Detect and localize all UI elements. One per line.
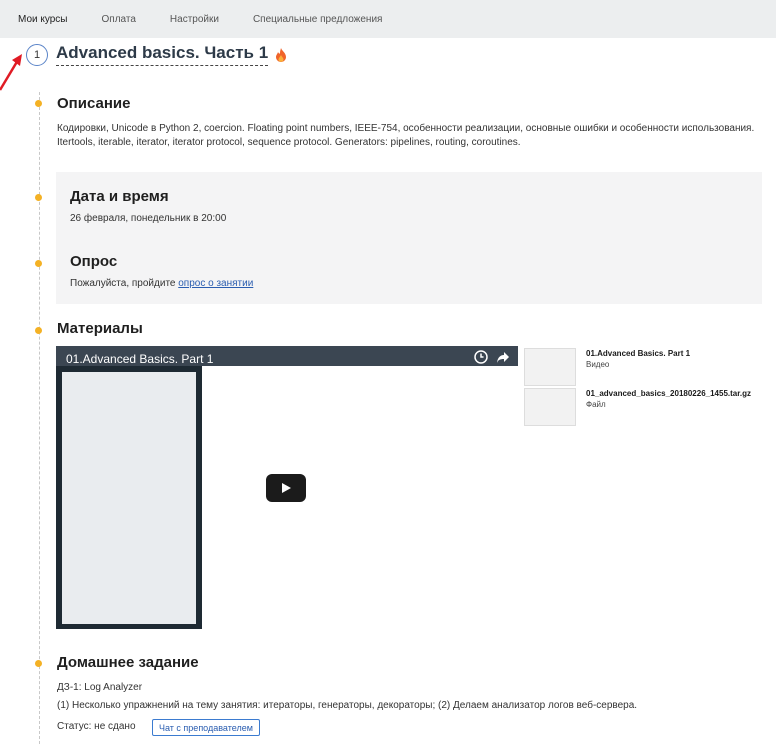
materials-title: Материалы (57, 320, 143, 337)
timeline-dot (35, 100, 42, 107)
fire-icon (276, 47, 287, 62)
material-name: 01.Advanced Basics. Part 1 (586, 349, 691, 358)
lesson-number: 1 (26, 43, 48, 66)
watch-later-icon[interactable] (474, 350, 488, 364)
homework-title: Домашнее задание (57, 654, 199, 671)
video-player[interactable]: 01.Advanced Basics. Part 1 (56, 346, 518, 629)
timeline-dot (35, 327, 42, 334)
material-type: Файл (586, 400, 606, 409)
description-title: Описание (57, 95, 131, 112)
video-screen (202, 366, 518, 629)
homework-status: Статус: не сдано (57, 721, 136, 732)
file-thumbnail (524, 388, 576, 426)
video-thumbnail (524, 348, 576, 386)
red-arrow-icon (0, 54, 22, 91)
survey-text-prefix: Пожалуйста, пройдите (70, 278, 179, 289)
chat-with-teacher-button[interactable]: Чат с преподавателем (152, 719, 260, 736)
homework-text: (1) Несколько упражнений на тему занятия… (57, 700, 638, 711)
lesson-header: 1 Advanced basics. Часть 1 (26, 43, 287, 66)
description-text: Кодировки, Unicode в Python 2, coercion.… (57, 123, 755, 148)
video-title: 01.Advanced Basics. Part 1 (66, 352, 214, 366)
timeline-dot (35, 660, 42, 667)
survey-text: Пожалуйста, пройдите опрос о занятии (70, 277, 253, 291)
material-item-file[interactable]: 01_advanced_basics_20180226_1455.tar.gz … (524, 388, 751, 426)
survey-link[interactable]: опрос о занятии (178, 278, 253, 289)
nav-special-offers[interactable]: Специальные предложения (253, 14, 383, 25)
material-item-video[interactable]: 01.Advanced Basics. Part 1 Видео (524, 348, 690, 386)
nav-payment[interactable]: Оплата (102, 14, 136, 25)
timeline-dot (35, 194, 42, 201)
material-name: 01_advanced_basics_20180226_1455.tar.gz (586, 389, 752, 398)
nav-settings[interactable]: Настройки (170, 14, 219, 25)
homework-name: ДЗ-1: Log Analyzer (57, 682, 143, 693)
nav-my-courses[interactable]: Мои курсы (18, 14, 68, 25)
play-icon (282, 483, 291, 493)
video-side-panel (62, 372, 196, 624)
lesson-title[interactable]: Advanced basics. Часть 1 (56, 43, 269, 66)
timeline-line (39, 92, 40, 744)
survey-title: Опрос (70, 253, 118, 270)
top-nav: Мои курсы Оплата Настройки Специальные п… (0, 0, 776, 38)
datetime-value: 26 февраля, понедельник в 20:00 (70, 213, 227, 224)
timeline-dot (35, 260, 42, 267)
datetime-title: Дата и время (70, 188, 169, 205)
play-button[interactable] (266, 474, 306, 502)
share-icon[interactable] (496, 350, 510, 364)
material-type: Видео (586, 360, 610, 369)
